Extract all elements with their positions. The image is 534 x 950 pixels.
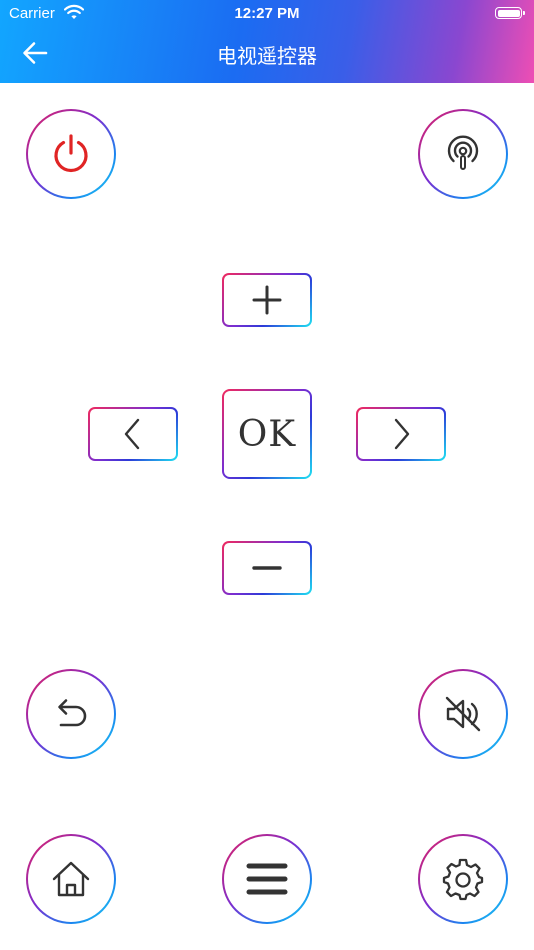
gear-icon [442, 858, 484, 901]
menu-button[interactable] [222, 834, 312, 924]
undo-arrow-icon [58, 699, 87, 727]
mute-button[interactable] [418, 669, 508, 759]
mute-speaker-icon [445, 696, 481, 732]
minus-icon [252, 566, 282, 570]
home-button[interactable] [26, 834, 116, 924]
left-button[interactable] [88, 407, 178, 461]
status-time: 12:27 PM [234, 5, 300, 22]
podcast-signal-icon [447, 135, 479, 170]
return-button[interactable] [26, 669, 116, 759]
chevron-right-icon [394, 418, 410, 450]
power-button[interactable] [26, 109, 116, 199]
volume-down-button[interactable] [222, 541, 312, 595]
signal-button[interactable] [418, 109, 508, 199]
power-icon [54, 134, 88, 173]
plus-icon [252, 285, 282, 315]
status-bar: Carrier 12:27 PM [0, 0, 534, 28]
nav-bar: Carrier 12:27 PM 电视遥控器 [0, 0, 534, 83]
home-icon [52, 861, 90, 897]
chevron-left-icon [124, 418, 140, 450]
ok-label: OK [237, 413, 297, 455]
right-button[interactable] [356, 407, 446, 461]
page-title: 电视遥控器 [217, 46, 317, 68]
battery-icon [495, 7, 525, 19]
volume-up-button[interactable] [222, 273, 312, 327]
ok-button[interactable]: OK [222, 389, 312, 479]
menu-icon [246, 863, 288, 895]
settings-button[interactable] [418, 834, 508, 924]
